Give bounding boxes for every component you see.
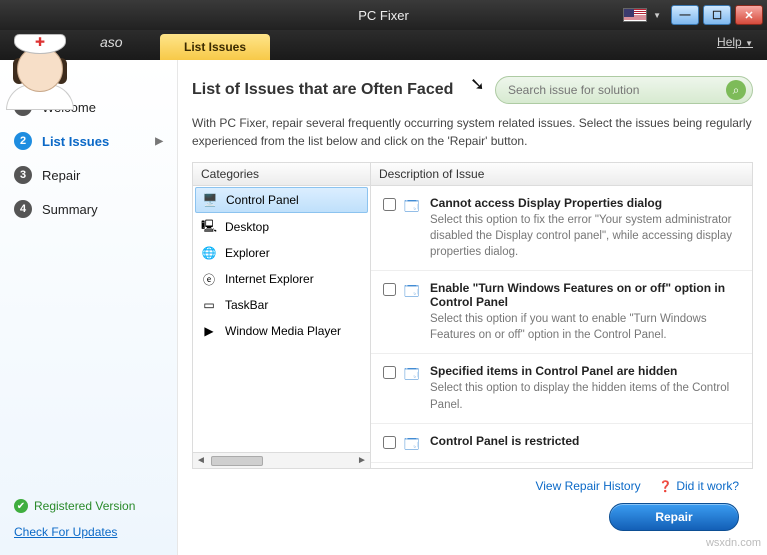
issue-desc: Select this option to display the hidden… — [430, 380, 740, 412]
issue-icon: 🗔 — [404, 281, 422, 299]
issue-item: 🗔 Control Panel is restricted — [371, 424, 752, 463]
panels: Categories 🖥️ Control Panel 🖳 Desktop 🌐 Explo… — [192, 162, 753, 469]
issue-item: 🗔 Cannot access Display Properties dialog… — [371, 186, 752, 271]
language-flag-icon[interactable] — [623, 8, 647, 22]
category-item[interactable]: 🖳 Desktop — [193, 214, 370, 240]
issue-desc: Select this option if you want to enable… — [430, 311, 740, 343]
issues-panel: Description of Issue 🗔 Cannot access Disp… — [371, 163, 752, 468]
language-dropdown-icon[interactable]: ▼ — [653, 11, 661, 20]
content-header: List of Issues that are Often Faced ➘ ⌕ — [192, 76, 753, 104]
step-summary[interactable]: 4 Summary — [0, 192, 177, 226]
issue-checkbox[interactable] — [383, 283, 396, 296]
issue-checkbox[interactable] — [383, 436, 396, 449]
brand-label: aso — [100, 34, 123, 50]
category-icon: 🌐 — [201, 245, 217, 261]
scroll-thumb[interactable] — [211, 456, 263, 466]
categories-list: 🖥️ Control Panel 🖳 Desktop 🌐 Explorer ⓔ Interne… — [193, 186, 370, 452]
help-link[interactable]: Help ▼ — [717, 35, 767, 55]
app-window: PC Fixer ▼ — ☐ ✕ aso List Issues Help ▼ … — [0, 0, 767, 555]
close-button[interactable]: ✕ — [735, 5, 763, 25]
chevron-down-icon: ▼ — [745, 39, 753, 48]
issue-item: 🗔 Specified items in Control Panel are hi… — [371, 354, 752, 423]
content-footer: View Repair History Did it work? — [192, 469, 753, 497]
window-title: PC Fixer — [358, 8, 409, 23]
registered-badge: Registered Version — [14, 499, 163, 513]
category-label: TaskBar — [225, 298, 268, 312]
minimize-button[interactable]: — — [671, 5, 699, 25]
category-label: Control Panel — [226, 193, 299, 207]
wizard-sidebar: 1 Welcome 2 List Issues ▶ 3 Repair 4 Sum… — [0, 60, 178, 555]
issue-title: Control Panel is restricted — [430, 434, 740, 448]
category-label: Internet Explorer — [225, 272, 314, 286]
step-label: List Issues — [42, 134, 109, 149]
view-history-link[interactable]: View Repair History — [535, 479, 640, 493]
repair-button[interactable]: Repair — [609, 503, 739, 531]
issues-list[interactable]: 🗔 Cannot access Display Properties dialog… — [371, 186, 752, 468]
issue-icon: 🗔 — [404, 196, 422, 214]
issue-title: Cannot access Display Properties dialog — [430, 196, 740, 210]
step-repair[interactable]: 3 Repair — [0, 158, 177, 192]
pointer-arrow-icon: ➘ — [470, 74, 485, 95]
scroll-left-icon[interactable]: ◄ — [193, 455, 209, 466]
issue-checkbox[interactable] — [383, 198, 396, 211]
categories-scrollbar[interactable]: ◄ ► — [193, 452, 370, 468]
search-input[interactable] — [508, 83, 726, 97]
category-icon: 🖳 — [201, 219, 217, 235]
main-row: 1 Welcome 2 List Issues ▶ 3 Repair 4 Sum… — [0, 60, 767, 555]
did-it-work-link[interactable]: Did it work? — [659, 479, 739, 493]
category-icon: 🖥️ — [202, 192, 218, 208]
intro-text: With PC Fixer, repair several frequently… — [192, 114, 753, 150]
category-label: Window Media Player — [225, 324, 341, 338]
categories-header: Categories — [193, 163, 370, 186]
title-bar: PC Fixer ▼ — ☐ ✕ — [0, 0, 767, 30]
issue-item: 🗔 Enable "Turn Windows Features on or off… — [371, 271, 752, 354]
tab-list-issues[interactable]: List Issues — [160, 34, 270, 60]
issue-title: Enable "Turn Windows Features on or off"… — [430, 281, 740, 309]
issue-desc: Select this option to fix the error "You… — [430, 212, 740, 260]
category-item[interactable]: 🌐 Explorer — [193, 240, 370, 266]
window-controls: ▼ — ☐ ✕ — [623, 5, 767, 25]
category-label: Explorer — [225, 246, 270, 260]
step-list-issues[interactable]: 2 List Issues ▶ — [0, 124, 177, 158]
category-item[interactable]: ▶ Window Media Player — [193, 318, 370, 344]
issue-title: Specified items in Control Panel are hid… — [430, 364, 740, 378]
category-item[interactable]: 🖥️ Control Panel — [195, 187, 368, 213]
category-item[interactable]: ⓔ Internet Explorer — [193, 266, 370, 292]
check-updates-link[interactable]: Check For Updates — [14, 525, 163, 539]
categories-panel: Categories 🖥️ Control Panel 🖳 Desktop 🌐 Explo… — [193, 163, 371, 468]
scroll-right-icon[interactable]: ► — [354, 455, 370, 466]
category-icon: ⓔ — [201, 271, 217, 287]
content-area: List of Issues that are Often Faced ➘ ⌕ … — [178, 60, 767, 555]
chevron-right-icon: ▶ — [155, 136, 163, 147]
step-label: Repair — [42, 168, 80, 183]
issues-header: Description of Issue — [371, 163, 752, 186]
search-box[interactable]: ⌕ — [495, 76, 753, 104]
action-row: Repair — [192, 497, 753, 543]
category-icon: ▭ — [201, 297, 217, 313]
issue-icon: 🗔 — [404, 434, 422, 452]
watermark: wsxdn.com — [706, 537, 761, 549]
category-label: Desktop — [225, 220, 269, 234]
app-avatar — [6, 32, 74, 100]
issue-checkbox[interactable] — [383, 366, 396, 379]
category-item[interactable]: ▭ TaskBar — [193, 292, 370, 318]
sidebar-footer: Registered Version Check For Updates — [0, 489, 177, 555]
issue-icon: 🗔 — [404, 364, 422, 382]
category-icon: ▶ — [201, 323, 217, 339]
maximize-button[interactable]: ☐ — [703, 5, 731, 25]
search-icon[interactable]: ⌕ — [726, 80, 746, 100]
tab-strip: aso List Issues Help ▼ — [0, 30, 767, 60]
page-heading: List of Issues that are Often Faced — [192, 81, 453, 99]
step-label: Summary — [42, 202, 98, 217]
